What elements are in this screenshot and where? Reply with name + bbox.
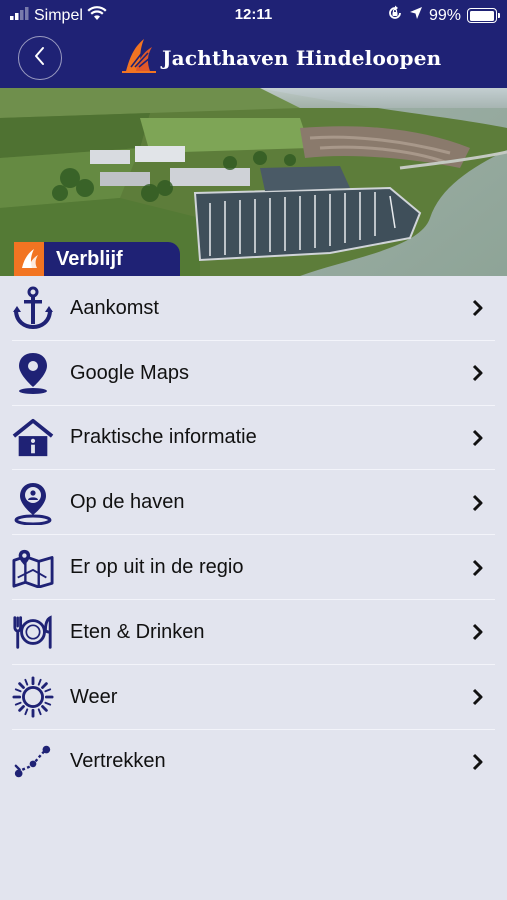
menu-item-er-op-uit-in-de-regio[interactable]: Er op uit in de regio (0, 535, 507, 600)
section-tab: Verblijf (14, 242, 180, 276)
location-person-icon (12, 481, 54, 525)
orientation-lock-icon (387, 5, 403, 26)
section-title: Verblijf (56, 247, 123, 270)
battery-percentage: 99% (428, 6, 461, 24)
menu-item-op-de-haven[interactable]: Op de haven (0, 470, 507, 536)
menu-item-google-maps[interactable]: Google Maps (0, 341, 507, 406)
menu-item-label: Er op uit in de regio (70, 556, 244, 579)
info-house-icon (12, 416, 54, 460)
anchor-icon (12, 286, 54, 330)
chevron-right-icon (471, 753, 485, 771)
map-pin-icon (12, 351, 54, 395)
app-title: Jachthaven Hindeloopen (162, 46, 442, 70)
menu-item-weer[interactable]: Weer (0, 665, 507, 730)
location-icon (409, 6, 423, 25)
menu-item-praktische-informatie[interactable]: Praktische informatie (0, 406, 507, 471)
menu-item-eten-drinken[interactable]: Eten & Drinken (0, 600, 507, 665)
back-button[interactable] (18, 36, 62, 80)
sun-icon (12, 675, 54, 719)
menu-item-vertrekken[interactable]: Vertrekken (0, 730, 507, 795)
status-right: 99% (387, 5, 500, 26)
fork-plate-knife-icon (12, 610, 54, 654)
menu-item-aankomst[interactable]: Aankomst (0, 276, 507, 341)
section-logo-icon (14, 242, 44, 276)
chevron-right-icon (471, 688, 485, 706)
chevron-right-icon (471, 559, 485, 577)
menu-item-label: Google Maps (70, 361, 189, 384)
menu-item-label: Vertrekken (70, 750, 166, 773)
chevron-left-icon (33, 46, 47, 71)
menu-item-label: Praktische informatie (70, 426, 257, 449)
chevron-right-icon (471, 623, 485, 641)
battery-icon (467, 8, 500, 23)
chevron-right-icon (471, 429, 485, 447)
sail-logo-icon (122, 37, 156, 80)
app-logo: Jachthaven Hindeloopen (122, 38, 441, 78)
menu-list: Aankomst Google Maps Praktische informat… (0, 276, 507, 794)
chevron-right-icon (471, 494, 485, 512)
folded-map-icon (12, 546, 54, 590)
navigation-bar: Jachthaven Hindeloopen (0, 30, 507, 88)
route-icon (12, 740, 54, 784)
menu-item-label: Weer (70, 685, 118, 708)
chevron-right-icon (471, 364, 485, 382)
status-bar: Simpel 12:11 99% (0, 0, 507, 30)
menu-item-label: Eten & Drinken (70, 620, 205, 643)
menu-item-label: Op de haven (70, 491, 185, 514)
menu-item-label: Aankomst (70, 296, 159, 319)
chevron-right-icon (471, 299, 485, 317)
